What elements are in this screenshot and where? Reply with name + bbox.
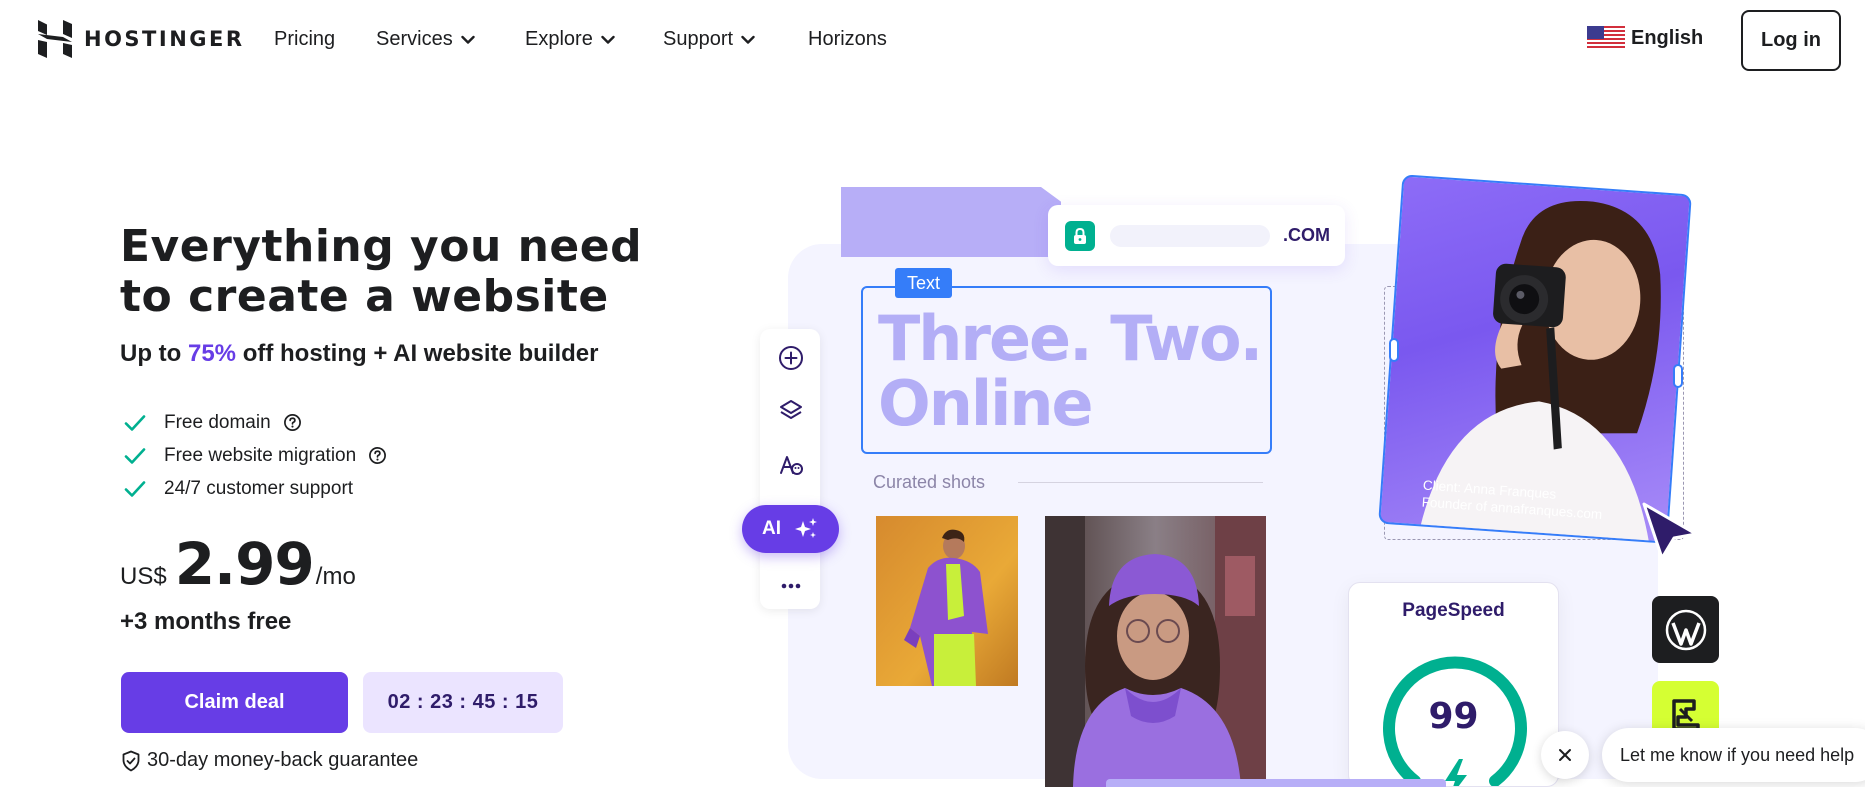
sparkle-icon <box>795 518 817 538</box>
nav-horizons-label: Horizons <box>808 28 887 50</box>
folder-tab-decoration <box>841 187 1061 257</box>
pagespeed-title: PageSpeed <box>1402 600 1505 621</box>
lock-icon <box>1065 220 1095 251</box>
claim-deal-button[interactable]: Claim deal <box>121 672 348 733</box>
chevron-down-icon <box>741 35 755 44</box>
shield-check-icon <box>122 750 140 771</box>
headline-line-2: Online <box>878 367 1094 440</box>
question-circle-icon[interactable] <box>368 446 387 465</box>
chat-help-bubble[interactable]: Let me know if you need help <box>1602 728 1865 782</box>
fashion-photo-1 <box>876 516 1018 686</box>
feature-item: Free website migration <box>124 439 387 472</box>
nav-pricing-label: Pricing <box>274 28 336 50</box>
guarantee-label: 30-day money-back guarantee <box>147 749 419 771</box>
more-options-icon[interactable] <box>778 573 804 599</box>
client-portrait-card: Client: Anna Franques Founder of annafra… <box>1378 174 1692 544</box>
nav-support-label: Support <box>663 28 734 50</box>
login-button[interactable]: Log in <box>1741 10 1841 71</box>
nav-support[interactable]: Support <box>663 28 755 51</box>
resize-handle-right[interactable] <box>1673 364 1683 388</box>
builder-toolbar <box>760 329 820 609</box>
feature-label: Free website migration <box>164 444 357 466</box>
divider <box>1018 482 1263 483</box>
money-back-guarantee: 30-day money-back guarantee <box>121 749 418 772</box>
subtitle-suffix: off hosting + AI website builder <box>236 340 599 367</box>
nav-services[interactable]: Services <box>376 28 475 51</box>
pagespeed-score: 99 <box>1428 696 1479 737</box>
chevron-down-icon <box>601 35 615 44</box>
hero-subtitle: Up to 75% off hosting + AI website build… <box>120 340 599 368</box>
pagespeed-card: PageSpeed 99 <box>1348 582 1559 787</box>
headline-line-1: Three. Two. <box>878 302 1263 375</box>
layers-icon[interactable] <box>778 398 804 424</box>
check-icon <box>124 447 146 464</box>
bonus-months: +3 months free <box>120 608 292 635</box>
language-selector[interactable]: English <box>1587 26 1703 50</box>
domain-bar: .COM <box>1048 205 1345 266</box>
domain-tld: .COM <box>1283 225 1330 245</box>
feature-list: Free domain Free website migration 24/7 … <box>124 406 387 505</box>
cursor-arrow-icon <box>1642 502 1698 560</box>
chat-close-button[interactable] <box>1541 731 1589 779</box>
nav-explore-label: Explore <box>525 28 593 50</box>
check-icon <box>124 414 146 431</box>
discount-percentage: 75% <box>187 340 237 367</box>
resize-handle-left[interactable] <box>1389 338 1399 362</box>
hostinger-logo[interactable]: HOSTINGER <box>38 20 245 58</box>
nav-explore[interactable]: Explore <box>525 28 615 51</box>
ai-assistant-button[interactable]: AI <box>742 505 839 553</box>
countdown-timer: 02 : 23 : 45 : 15 <box>363 672 563 733</box>
price-period: /mo <box>315 563 356 590</box>
add-circle-icon[interactable] <box>778 345 804 371</box>
hostinger-logo-icon <box>38 20 72 58</box>
feature-label: Free domain <box>164 411 271 433</box>
check-icon <box>124 480 146 497</box>
nav-horizons[interactable]: Horizons <box>808 28 887 51</box>
hero-title: Everything you need to create a website <box>120 221 643 322</box>
font-style-icon[interactable] <box>778 453 804 479</box>
fashion-photo-2 <box>1045 516 1266 787</box>
feature-item: 24/7 customer support <box>124 472 387 505</box>
subtitle-prefix: Up to <box>120 340 188 367</box>
wordpress-icon <box>1652 596 1719 663</box>
nav-pricing[interactable]: Pricing <box>274 28 335 51</box>
hero-headline-preview: Three. Two. Online <box>878 306 1268 436</box>
text-element-tag: Text <box>895 268 953 298</box>
feature-item: Free domain <box>124 406 387 439</box>
domain-placeholder-field <box>1110 224 1270 247</box>
curated-shots-label: Curated shots <box>873 472 986 492</box>
price-currency: US$ <box>120 563 167 590</box>
price-amount: 2.99 <box>174 530 315 598</box>
us-flag-icon <box>1587 26 1625 50</box>
chevron-down-icon <box>461 35 475 44</box>
language-label: English <box>1631 26 1704 49</box>
brand-name: HOSTINGER <box>84 27 245 51</box>
close-icon <box>1559 749 1571 761</box>
top-navigation: HOSTINGER Pricing Services Explore Suppo… <box>0 0 1865 82</box>
question-circle-icon[interactable] <box>283 413 302 432</box>
feature-label: 24/7 customer support <box>164 477 354 499</box>
decorative-strip <box>1106 779 1446 787</box>
price: US$ 2.99 /mo <box>120 530 356 598</box>
nav-services-label: Services <box>376 28 453 50</box>
ai-button-label: AI <box>762 518 781 539</box>
